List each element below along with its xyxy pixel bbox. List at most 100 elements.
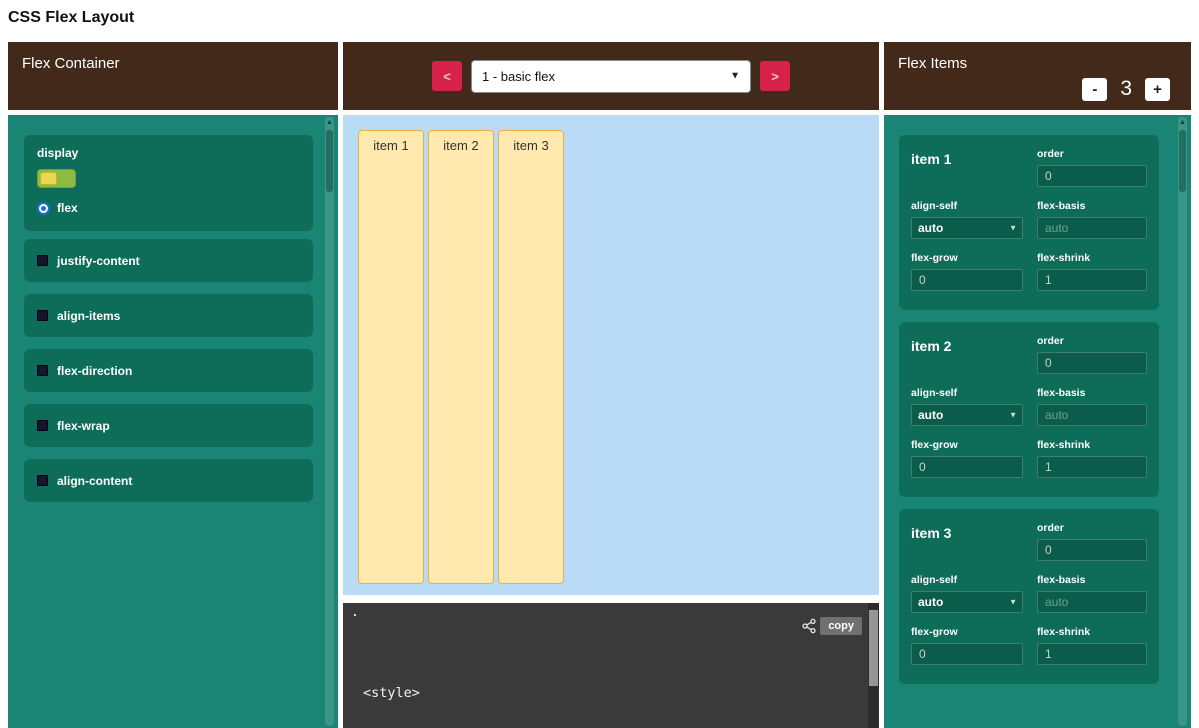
display-toggle[interactable] <box>37 169 76 188</box>
flex-radio-label: flex <box>57 201 78 215</box>
flex-basis-field: flex-basis <box>1037 574 1147 613</box>
align-self-label: align-self <box>911 200 1023 212</box>
preview-item-1: item 1 <box>358 130 424 584</box>
add-item-button[interactable]: + <box>1145 78 1170 101</box>
flex-direction-checkbox[interactable] <box>37 365 48 376</box>
left-scrollbar[interactable]: ▲ <box>325 117 334 726</box>
order-input[interactable] <box>1037 165 1147 187</box>
flex-grow-input[interactable] <box>911 456 1023 478</box>
flex-shrink-label: flex-shrink <box>1037 626 1147 638</box>
order-field: order <box>1037 148 1147 187</box>
flex-item-panel-3: item 3 order align-self auto ▼ flex-basi… <box>899 509 1159 684</box>
copy-button[interactable]: copy <box>820 617 862 635</box>
order-field: order <box>1037 335 1147 374</box>
flex-basis-field: flex-basis <box>1037 200 1147 239</box>
flex-container-body: display flex justify-content align-items… <box>8 115 338 728</box>
item-title-cell: item 3 <box>911 522 1023 561</box>
flex-basis-label: flex-basis <box>1037 387 1147 399</box>
flex-container-title: Flex Container <box>22 55 120 72</box>
flex-grow-input[interactable] <box>911 643 1023 665</box>
flex-basis-label: flex-basis <box>1037 574 1147 586</box>
flex-grow-input[interactable] <box>911 269 1023 291</box>
flex-grow-label: flex-grow <box>911 626 1023 638</box>
flex-basis-input[interactable] <box>1037 404 1147 426</box>
flex-items-header: Flex Items - 3 + <box>884 42 1191 110</box>
align-items-label: align-items <box>57 309 120 323</box>
align-self-select[interactable]: auto <box>911 591 1023 613</box>
flex-preview: item 1 item 2 item 3 <box>343 115 879 595</box>
order-input[interactable] <box>1037 539 1147 561</box>
code-dot: . <box>351 605 359 620</box>
flex-shrink-input[interactable] <box>1037 643 1147 665</box>
right-scroll-thumb[interactable] <box>1179 130 1186 192</box>
align-self-select[interactable]: auto <box>911 217 1023 239</box>
align-self-field: align-self auto ▼ <box>911 387 1023 426</box>
order-label: order <box>1037 335 1147 347</box>
item-title: item 3 <box>911 525 951 541</box>
flex-wrap-label: flex-wrap <box>57 419 110 433</box>
item-title: item 2 <box>911 338 951 354</box>
align-self-select-wrap: auto ▼ <box>911 217 1023 239</box>
order-input[interactable] <box>1037 352 1147 374</box>
code-block: <style> .flex-container { display: flex; <box>363 646 517 728</box>
align-items-row: align-items <box>24 294 313 337</box>
flex-grow-label: flex-grow <box>911 252 1023 264</box>
flex-shrink-label: flex-shrink <box>1037 439 1147 451</box>
flex-shrink-input[interactable] <box>1037 269 1147 291</box>
align-content-checkbox[interactable] <box>37 475 48 486</box>
flex-container-column: Flex Container display flex justify-cont… <box>8 42 338 728</box>
preview-item-3: item 3 <box>498 130 564 584</box>
example-select[interactable]: 1 - basic flex <box>471 60 751 93</box>
flex-wrap-row: flex-wrap <box>24 404 313 447</box>
flex-item-panel-2: item 2 order align-self auto ▼ flex-basi… <box>899 322 1159 497</box>
prev-example-button[interactable]: < <box>432 61 462 91</box>
flex-wrap-checkbox[interactable] <box>37 420 48 431</box>
order-field: order <box>1037 522 1147 561</box>
justify-content-checkbox[interactable] <box>37 255 48 266</box>
scroll-up-icon[interactable]: ▲ <box>1178 118 1187 127</box>
align-content-row: align-content <box>24 459 313 502</box>
flex-basis-input[interactable] <box>1037 217 1147 239</box>
code-scrollbar[interactable] <box>868 603 879 728</box>
code-line: <style> <box>363 684 517 703</box>
flex-shrink-field: flex-shrink <box>1037 439 1147 478</box>
flex-radio[interactable] <box>37 202 50 215</box>
code-panel: . copy <style> .flex-container { display… <box>343 603 879 728</box>
align-self-label: align-self <box>911 387 1023 399</box>
flex-shrink-field: flex-shrink <box>1037 252 1147 291</box>
align-items-checkbox[interactable] <box>37 310 48 321</box>
align-self-field: align-self auto ▼ <box>911 574 1023 613</box>
flex-grow-field: flex-grow <box>911 626 1023 665</box>
code-scroll-thumb[interactable] <box>869 610 878 686</box>
next-example-button[interactable]: > <box>760 61 790 91</box>
flex-radio-row: flex <box>37 201 300 215</box>
flex-grow-field: flex-grow <box>911 439 1023 478</box>
align-self-label: align-self <box>911 574 1023 586</box>
flex-direction-label: flex-direction <box>57 364 132 378</box>
flex-basis-input[interactable] <box>1037 591 1147 613</box>
flex-shrink-input[interactable] <box>1037 456 1147 478</box>
right-scrollbar[interactable]: ▲ <box>1178 117 1187 726</box>
order-label: order <box>1037 522 1147 534</box>
align-self-field: align-self auto ▼ <box>911 200 1023 239</box>
remove-item-button[interactable]: - <box>1082 78 1107 101</box>
preview-item-2: item 2 <box>428 130 494 584</box>
flex-basis-label: flex-basis <box>1037 200 1147 212</box>
flex-shrink-field: flex-shrink <box>1037 626 1147 665</box>
example-toolbar: < 1 - basic flex ▼ > <box>343 42 879 110</box>
flex-grow-label: flex-grow <box>911 439 1023 451</box>
justify-content-label: justify-content <box>57 254 140 268</box>
page-title: CSS Flex Layout <box>8 9 134 27</box>
left-scroll-thumb[interactable] <box>326 130 333 192</box>
flex-items-body: item 1 order align-self auto ▼ flex-basi… <box>884 115 1191 728</box>
flex-grow-field: flex-grow <box>911 252 1023 291</box>
align-self-select[interactable]: auto <box>911 404 1023 426</box>
align-content-label: align-content <box>57 474 132 488</box>
example-select-wrap: 1 - basic flex ▼ <box>471 60 751 93</box>
scroll-up-icon[interactable]: ▲ <box>325 118 334 127</box>
item-counter: - 3 + <box>1082 77 1170 101</box>
item-title-cell: item 2 <box>911 335 1023 374</box>
share-icon[interactable] <box>801 618 817 634</box>
display-panel: display flex <box>24 135 313 231</box>
flex-items-title: Flex Items <box>898 55 967 72</box>
